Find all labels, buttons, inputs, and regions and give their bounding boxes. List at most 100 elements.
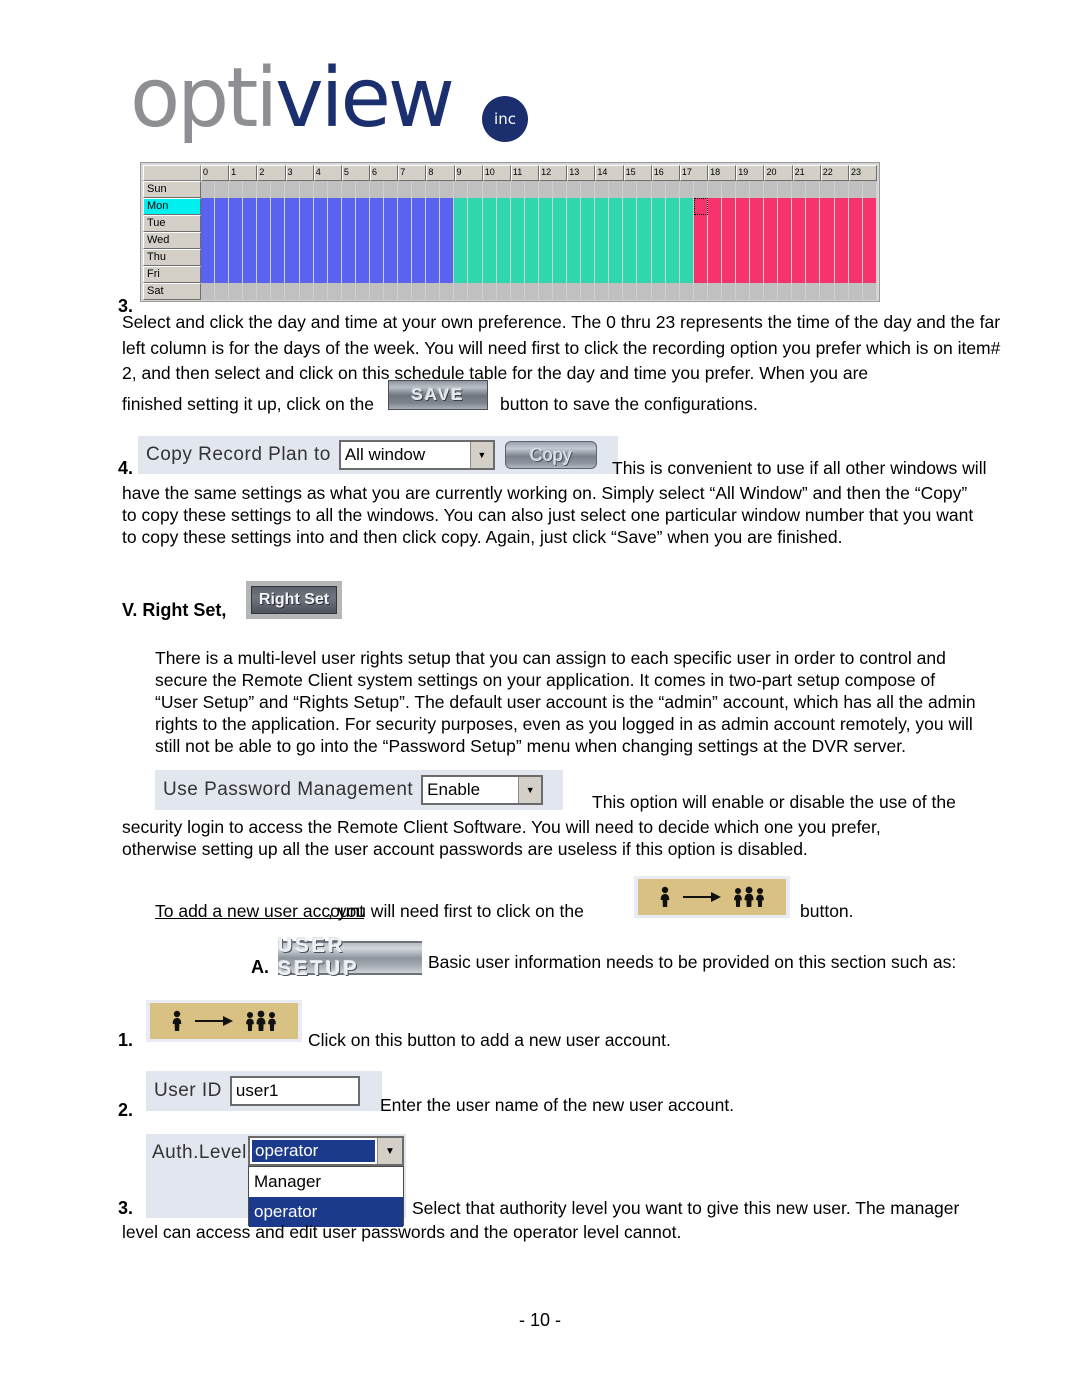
day-label-wed[interactable]: Wed [143,232,201,249]
schedule-cell[interactable] [637,249,652,266]
schedule-cell[interactable] [454,249,469,266]
schedule-cell[interactable] [806,266,821,283]
schedule-cell[interactable] [834,232,849,249]
schedule-cell[interactable] [201,249,216,266]
schedule-cell[interactable] [848,232,863,249]
schedule-cell[interactable] [201,198,216,215]
schedule-cell[interactable] [355,283,370,300]
schedule-cell[interactable] [735,215,751,232]
schedule-cell[interactable] [327,198,342,215]
schedule-cell[interactable] [215,215,230,232]
schedule-cell[interactable] [721,198,736,215]
schedule-cell[interactable] [707,181,722,198]
grid-row[interactable]: Fri [143,266,877,283]
schedule-cell[interactable] [862,266,877,283]
schedule-cell[interactable] [496,198,511,215]
schedule-cell[interactable] [243,215,258,232]
schedule-cell[interactable] [454,283,469,300]
schedule-cell[interactable] [510,283,525,300]
schedule-cell[interactable] [412,283,427,300]
schedule-cell[interactable] [412,215,427,232]
schedule-cell[interactable] [201,266,216,283]
schedule-cell[interactable] [778,181,793,198]
schedule-cell[interactable] [384,215,399,232]
schedule-cell[interactable] [721,181,736,198]
add-user-button-2[interactable] [150,1003,298,1039]
schedule-cell[interactable] [510,232,525,249]
grid-row[interactable]: Sun [143,181,877,198]
schedule-cell[interactable] [215,181,230,198]
schedule-cell[interactable] [496,283,511,300]
schedule-cell[interactable] [862,198,877,215]
schedule-cell[interactable] [468,232,483,249]
schedule-cell[interactable] [412,266,427,283]
schedule-cell[interactable] [721,215,736,232]
schedule-cell[interactable] [257,215,272,232]
schedule-cell[interactable] [834,215,849,232]
schedule-cell[interactable] [440,283,455,300]
schedule-cell[interactable] [651,283,666,300]
schedule-cell[interactable] [778,232,793,249]
schedule-cell[interactable] [510,198,525,215]
schedule-cell[interactable] [440,232,455,249]
schedule-cell[interactable] [721,232,736,249]
schedule-cell[interactable] [792,181,807,198]
schedule-cell[interactable] [299,283,314,300]
schedule-cell[interactable] [567,232,582,249]
schedule-cell[interactable] [792,198,807,215]
schedule-cell[interactable] [468,198,483,215]
day-label-sun[interactable]: Sun [143,181,201,198]
schedule-cell[interactable] [440,249,455,266]
schedule-cell[interactable] [369,198,385,215]
schedule-cell[interactable] [792,232,807,249]
schedule-cell[interactable] [327,215,342,232]
schedule-cell[interactable] [299,249,314,266]
schedule-cell[interactable] [651,249,666,266]
schedule-cell[interactable] [750,249,765,266]
schedule-cell[interactable] [679,249,694,266]
schedule-cell[interactable] [355,249,370,266]
schedule-cell[interactable] [468,215,483,232]
schedule-cell[interactable] [201,215,216,232]
schedule-cell[interactable] [426,283,441,300]
schedule-cell[interactable] [651,232,666,249]
schedule-cell[interactable] [623,266,638,283]
schedule-cell[interactable] [271,181,286,198]
schedule-cell[interactable] [285,198,300,215]
schedule-cell[interactable] [750,283,765,300]
schedule-cell[interactable] [609,198,624,215]
schedule-cell[interactable] [707,249,722,266]
schedule-cell[interactable] [454,181,469,198]
password-management-dropdown[interactable]: Enable ▼ [421,775,544,805]
schedule-cell[interactable] [229,249,244,266]
schedule-cell[interactable] [440,266,455,283]
schedule-cell[interactable] [510,266,525,283]
schedule-cell[interactable] [398,198,413,215]
schedule-cell[interactable] [369,181,385,198]
schedule-cell[interactable] [299,232,314,249]
schedule-cell[interactable] [440,198,455,215]
schedule-cell[interactable] [538,266,553,283]
record-schedule-grid[interactable]: 0 1 2 3 4 5 6 7 8 9 10 11 12 13 14 15 16 17 18 19 20 21 22 23 S… [140,162,880,302]
schedule-cell[interactable] [693,181,708,198]
schedule-cell[interactable] [271,198,286,215]
schedule-cell[interactable] [341,198,356,215]
schedule-cell[interactable] [243,249,258,266]
schedule-cell[interactable] [215,266,230,283]
schedule-cell[interactable] [581,215,596,232]
save-button[interactable]: SAVE [388,380,488,410]
schedule-cell[interactable] [327,181,342,198]
schedule-cell[interactable] [510,181,525,198]
add-user-button[interactable] [638,879,786,915]
schedule-cell[interactable] [271,249,286,266]
schedule-cell[interactable] [229,198,244,215]
schedule-cell[interactable] [665,215,680,232]
schedule-cell[interactable] [609,181,624,198]
schedule-cell[interactable] [496,215,511,232]
schedule-cell[interactable] [257,181,272,198]
day-label-mon[interactable]: Mon [143,198,201,215]
schedule-cell[interactable] [552,181,568,198]
schedule-cell[interactable] [609,283,624,300]
schedule-cell[interactable] [313,249,328,266]
schedule-cell[interactable] [637,215,652,232]
